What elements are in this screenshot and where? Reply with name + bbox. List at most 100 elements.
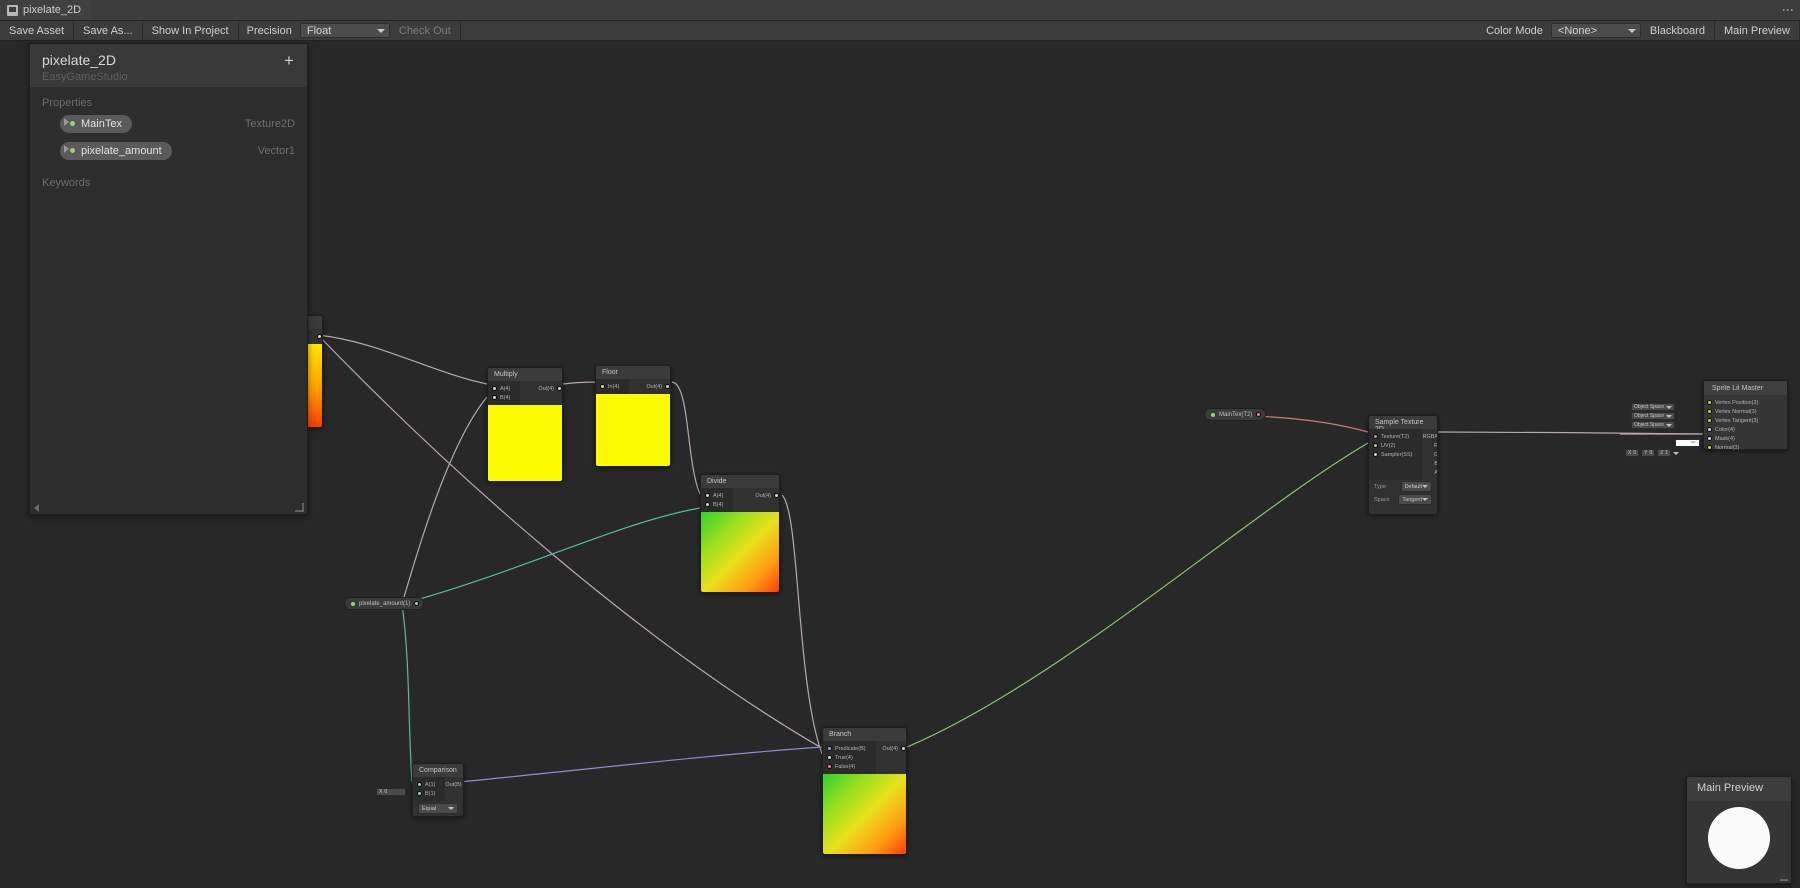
node-port-a[interactable]: A(4) [701,491,723,500]
node-outputs: RGBA(4) R(1) G(1) B(1) [1422,429,1438,480]
chevron-right-icon[interactable] [64,118,69,126]
node-multiply[interactable]: Multiply A(4) B(4) Out(4) [487,367,563,482]
master-slot-color[interactable]: Color(4) [1704,425,1787,434]
chevron-down-icon [1627,28,1636,33]
chevron-down-icon [1666,423,1672,427]
port-dot-icon[interactable] [1256,412,1262,417]
main-preview-viewport[interactable] [1687,801,1791,883]
master-slot-normal[interactable]: Normal(3) [1704,443,1787,452]
master-slot-vertex-normal[interactable]: Vertex Normal(3) [1704,407,1787,416]
comparison-a-value-field[interactable]: X 0 [376,788,406,796]
port-dot-icon [1707,418,1712,423]
property-label: pixelate_amount(1) [359,600,411,607]
port-dot-icon [417,782,422,787]
chevron-down-icon[interactable] [1673,451,1680,455]
node-port-predicate[interactable]: Predicate(B) [823,744,866,753]
main-preview-toggle-button[interactable]: Main Preview [1714,21,1800,40]
comparison-operator-dropdown[interactable]: Equal [418,803,458,814]
node-port-out[interactable]: Out(4) [646,382,670,391]
node-sample-texture-2d[interactable]: Sample Texture 2D Texture(T2) UV(2) Samp… [1368,415,1438,515]
mask-color-swatch[interactable] [1675,439,1700,447]
space-value: Object Space [1634,413,1665,419]
node-port-out[interactable] [317,332,322,341]
node-port-a[interactable]: A(4) [488,384,510,393]
node-port-out[interactable]: Out(4) [882,744,906,753]
port-dot-icon [705,493,710,498]
property-dot-icon [1211,412,1215,417]
node-port-out[interactable]: Out(4) [538,384,562,393]
node-port-b[interactable]: B(4) [488,393,510,402]
node-port-in[interactable]: In(4) [596,382,619,391]
color-mode-dropdown[interactable]: <None> [1550,23,1641,38]
normal-x-field[interactable]: X 0 [1625,449,1640,457]
node-port-false[interactable]: False(4) [823,762,866,771]
node-comparison[interactable]: Comparison A(1) B(1) Out(B) Equal [412,763,464,817]
save-as-button[interactable]: Save As... [74,21,143,40]
vertex-normal-space-dropdown[interactable]: Object Space [1631,412,1675,420]
blackboard-toggle-button[interactable]: Blackboard [1640,21,1715,40]
node-port-a[interactable]: A(1) [1434,468,1437,477]
node-divide[interactable]: Divide A(4) B(4) Out(4) [700,474,780,593]
sample-type-dropdown[interactable]: Default [1400,481,1432,492]
node-port-rgba[interactable]: RGBA(4) [1422,432,1437,441]
show-in-project-button[interactable]: Show In Project [142,21,239,40]
node-port-out[interactable]: Out(4) [755,491,779,500]
blackboard-header: pixelate_2D EasyGameStudio + [30,44,307,87]
node-port-b[interactable]: B(1) [413,789,435,798]
save-asset-button[interactable]: Save Asset [0,21,75,40]
master-slot-mask[interactable]: Mask(4) [1704,434,1787,443]
property-chip[interactable]: pixelate_amount [60,141,172,160]
master-slot-vertex-tangent[interactable]: Vertex Tangent(3) [1704,416,1787,425]
normal-vector-fields[interactable]: X 0 Y 0 Z 1 [1625,449,1680,457]
main-preview-panel[interactable]: Main Preview [1686,776,1792,884]
axis-label: Z [1660,450,1664,456]
property-node-maintex[interactable]: MainTex(T2) [1204,408,1267,421]
node-port-a[interactable]: A(1) [413,780,435,789]
sample-space-row[interactable]: Space Tangent [1369,493,1437,506]
blackboard-panel[interactable]: pixelate_2D EasyGameStudio + Properties … [29,43,308,515]
normal-z-field[interactable]: Z 1 [1657,449,1672,457]
node-port-texture[interactable]: Texture(T2) [1369,432,1412,441]
property-chip[interactable]: MainTex [60,114,132,133]
port-dot-icon [557,386,562,391]
check-out-button[interactable]: Check Out [389,21,461,40]
port-label: G(1) [1433,451,1438,458]
node-sprite-lit-master[interactable]: Sprite Lit Master Vertex Position(3) Ver… [1703,380,1788,452]
node-port-out[interactable]: Out(B) [445,780,463,789]
node-port-b[interactable]: B(4) [701,500,723,509]
node-port-g[interactable]: G(1) [1433,450,1438,459]
graph-toolbar: Save Asset Save As... Show In Project Pr… [0,21,1800,41]
blackboard-resize-handle-left[interactable] [34,504,39,512]
node-port-sampler[interactable]: Sampler(SS) [1369,450,1412,459]
node-branch[interactable]: Branch Predicate(B) True(4) False(4) Out… [822,727,907,855]
blackboard-property-maintex[interactable]: MainTex Texture2D [30,113,307,134]
blackboard-resize-handle[interactable] [295,503,304,512]
chevron-down-icon[interactable] [1690,441,1696,444]
vertex-position-space-dropdown[interactable]: Object Space [1631,403,1675,411]
add-property-button[interactable]: + [281,52,297,69]
blackboard-property-pixelate-amount[interactable]: pixelate_amount Vector1 [30,140,307,161]
node-inputs: In(4) [596,379,630,394]
property-node-pixelate-amount[interactable]: pixelate_amount(1) [344,597,425,610]
sample-type-row[interactable]: Type Default [1369,480,1437,493]
node-port-r[interactable]: R(1) [1434,441,1437,450]
kebab-menu-icon[interactable]: ⋮ [1781,4,1795,17]
vertex-tangent-space-dropdown[interactable]: Object Space [1631,421,1675,429]
node-port-uv[interactable]: UV(2) [1369,441,1412,450]
master-slot-vertex-position[interactable]: Vertex Position(3) [1704,398,1787,407]
node-floor[interactable]: Floor In(4) Out(4) [595,365,671,467]
editor-tab-pixelate-2d[interactable]: pixelate_2D [0,0,92,20]
precision-dropdown[interactable]: Float [299,23,390,38]
main-preview-resize-handle[interactable] [1780,878,1788,881]
port-dot-icon[interactable] [414,601,420,606]
node-collapse-strip[interactable] [1369,506,1437,514]
node-port-true[interactable]: True(4) [823,753,866,762]
node-port-b[interactable]: B(1) [1434,459,1437,468]
slot-label: Vertex Normal(3) [1715,408,1757,415]
space-value: Object Space [1634,404,1665,410]
port-label: UV(2) [1381,442,1396,449]
normal-y-field[interactable]: Y 0 [1641,449,1656,457]
chevron-right-icon[interactable] [64,145,69,153]
node-title: Branch [823,728,906,741]
sample-space-dropdown[interactable]: Tangent [1398,494,1432,505]
